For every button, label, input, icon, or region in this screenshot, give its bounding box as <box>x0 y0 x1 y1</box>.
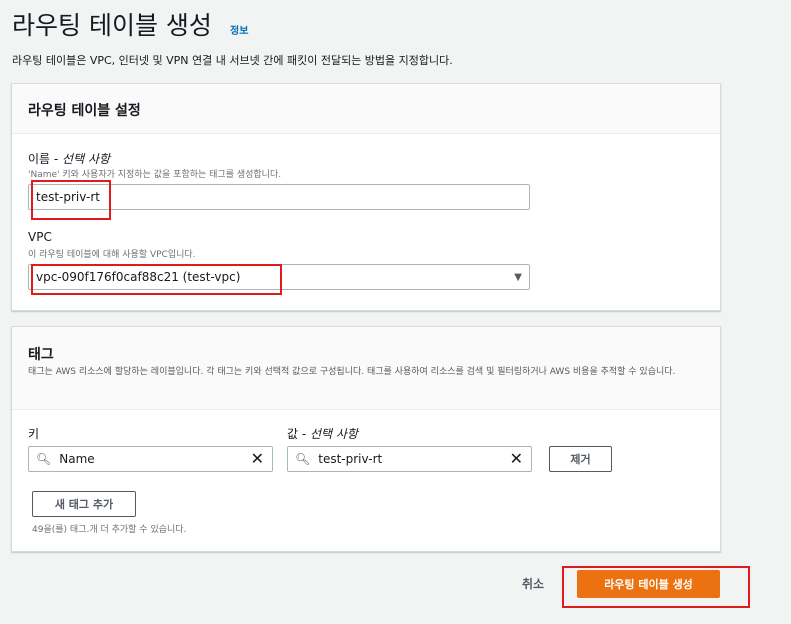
name-label-text: 이름 - <box>28 152 63 166</box>
name-field-hint: 'Name' 키와 사용자가 지정하는 값을 포함하는 태그를 생성합니다. <box>28 170 282 180</box>
add-tag-button[interactable]: 새 태그 추가 <box>32 491 136 517</box>
create-button-highlight <box>562 566 750 608</box>
info-link[interactable]: 정보 <box>230 22 248 37</box>
close-icon[interactable]: ✕ <box>510 449 523 468</box>
remove-tag-button[interactable]: 제거 <box>549 446 612 472</box>
caret-down-icon: ▼ <box>514 271 522 283</box>
page-description: 라우팅 테이블은 VPC, 인터넷 및 VPN 연결 내 서브넷 간에 패킷이 … <box>12 54 453 67</box>
tag-key-value: Name <box>59 452 95 466</box>
settings-section-title: 라우팅 테이블 설정 <box>28 103 141 119</box>
remaining-tags-text: 49을(를) 태그.개 더 추가할 수 있습니다. <box>32 525 187 535</box>
tag-value-label-text: 값 - <box>287 427 310 441</box>
close-icon[interactable]: ✕ <box>251 449 264 468</box>
tag-value-value: test-priv-rt <box>318 452 383 466</box>
tag-key-input[interactable]: 🔍︎ Name ✕ <box>28 446 273 472</box>
settings-panel-header: 라우팅 테이블 설정 <box>12 84 720 134</box>
tag-value-label: 값 - 선택 사항 <box>287 425 358 442</box>
vpc-field-hint: 이 라우팅 테이블에 대해 사용할 VPC입니다. <box>28 250 196 260</box>
vpc-field-label: VPC <box>28 230 52 244</box>
tag-value-input[interactable]: 🔍︎ test-priv-rt ✕ <box>287 446 532 472</box>
page-title: 라우팅 테이블 생성 <box>12 11 212 40</box>
vpc-select-highlight <box>31 264 282 295</box>
name-optional-text: 선택 사항 <box>62 152 111 166</box>
tags-panel-header: 태그 태그는 AWS 리소스에 할당하는 레이블입니다. 각 태그는 키와 선택… <box>12 327 720 410</box>
search-icon: 🔍︎ <box>36 452 52 466</box>
cancel-button[interactable]: 취소 <box>522 575 544 592</box>
tag-value-optional-text: 선택 사항 <box>310 427 358 441</box>
tags-section-title: 태그 <box>28 347 54 363</box>
search-icon: 🔍︎ <box>295 452 311 466</box>
tags-description: 태그는 AWS 리소스에 할당하는 레이블입니다. 각 태그는 키와 선택적 값… <box>28 367 676 377</box>
name-field-label: 이름 - 선택 사항 <box>28 150 110 167</box>
tag-key-label: 키 <box>28 427 40 441</box>
name-input-highlight <box>31 180 111 220</box>
tags-panel: 태그 태그는 AWS 리소스에 할당하는 레이블입니다. 각 태그는 키와 선택… <box>11 326 721 552</box>
